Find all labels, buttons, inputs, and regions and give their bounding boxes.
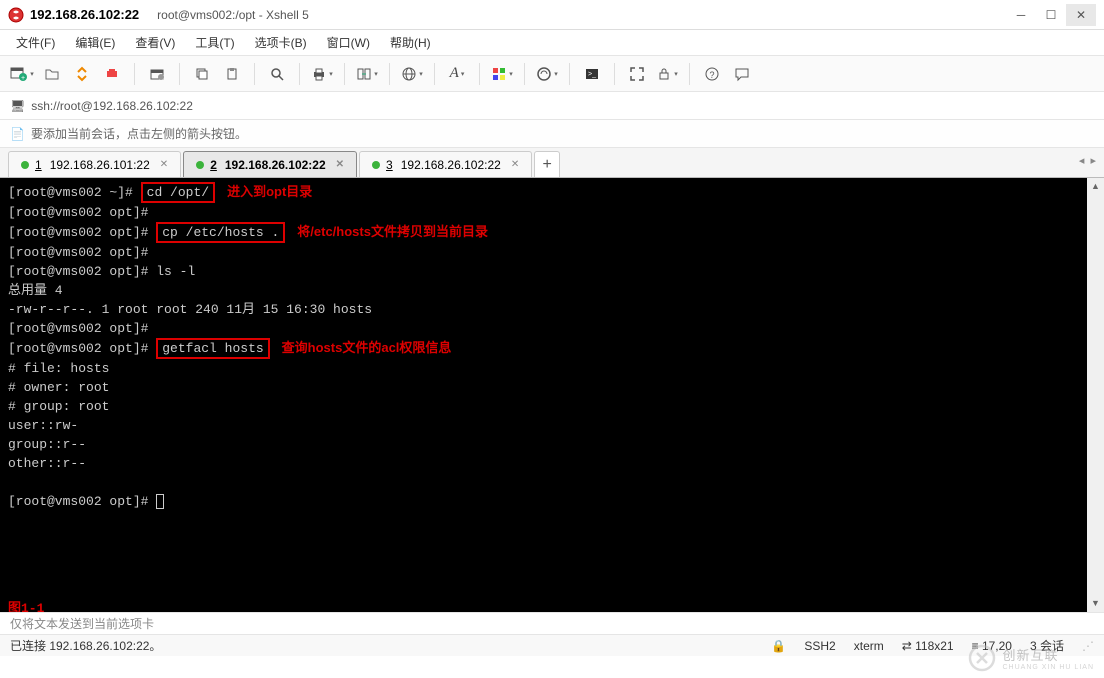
- tab-label: 192.168.26.101:22: [50, 158, 150, 172]
- scroll-up-icon[interactable]: ▲: [1087, 178, 1104, 195]
- new-session-icon[interactable]: +▾: [10, 62, 34, 86]
- new-tab-button[interactable]: +: [534, 151, 560, 177]
- svg-text:+: +: [21, 75, 25, 82]
- disconnect-icon[interactable]: [100, 62, 124, 86]
- watermark-sub: CHUANG XIN HU LIAN: [1002, 664, 1094, 671]
- scrollbar[interactable]: ▲ ▼: [1087, 178, 1104, 612]
- svg-text:>_: >_: [588, 71, 596, 78]
- hint-bar: 📄 要添加当前会话，点击左侧的箭头按钮。: [0, 120, 1104, 148]
- status-dot-icon: [21, 161, 29, 169]
- open-icon[interactable]: [40, 62, 64, 86]
- scroll-down-icon[interactable]: ▼: [1087, 595, 1104, 612]
- watermark-name: 创新互联: [1002, 645, 1094, 664]
- tab-close-icon[interactable]: ✕: [511, 159, 519, 170]
- status-dot-icon: [196, 161, 204, 169]
- tab-num: 1: [35, 158, 42, 172]
- print-icon[interactable]: ▾: [310, 62, 334, 86]
- menu-edit[interactable]: 编辑(E): [69, 32, 121, 53]
- find-icon[interactable]: [265, 62, 289, 86]
- terminal-wrap: [root@vms002 ~]# cd /opt/进入到opt目录[root@v…: [0, 178, 1104, 612]
- svg-text:?: ?: [709, 70, 714, 80]
- tab-close-icon[interactable]: ✕: [336, 159, 344, 170]
- menu-view[interactable]: 查看(V): [129, 32, 181, 53]
- menu-file[interactable]: 文件(F): [10, 32, 61, 53]
- tab-label: 192.168.26.102:22: [401, 158, 501, 172]
- ssh-icon: 🖥: [10, 99, 25, 113]
- send-mode-label: 仅将文本发送到当前选项卡: [10, 615, 154, 632]
- menu-bar: 文件(F) 编辑(E) 查看(V) 工具(T) 选项卡(B) 窗口(W) 帮助(…: [0, 30, 1104, 56]
- tab-bar: 1 192.168.26.101:22 ✕ 2 192.168.26.102:2…: [0, 148, 1104, 178]
- tab-num: 3: [386, 158, 393, 172]
- status-term: xterm: [854, 639, 884, 653]
- title-ip: 192.168.26.102:22: [30, 7, 139, 22]
- close-button[interactable]: ✕: [1066, 4, 1096, 26]
- fullscreen-icon[interactable]: [625, 62, 649, 86]
- toolbar: +▾ ▾ ▾ ▾ A▾ ▾ ▾ >_ ▾ ?: [0, 56, 1104, 92]
- status-lock-icon: 🔒: [771, 639, 786, 653]
- address-bar[interactable]: 🖥 ssh://root@192.168.26.102:22: [0, 92, 1104, 120]
- status-size: ⇄ 118x21: [902, 639, 954, 653]
- minimize-button[interactable]: ─: [1006, 4, 1036, 26]
- menu-tools[interactable]: 工具(T): [189, 32, 240, 53]
- script-icon[interactable]: ▾: [535, 62, 559, 86]
- color-icon[interactable]: ▾: [490, 62, 514, 86]
- maximize-button[interactable]: ☐: [1036, 4, 1066, 26]
- bookmark-icon[interactable]: 📄: [10, 127, 25, 141]
- tab-label: 192.168.26.102:22: [225, 158, 326, 172]
- hint-text: 要添加当前会话，点击左侧的箭头按钮。: [31, 125, 247, 142]
- tab-2[interactable]: 2 192.168.26.102:22 ✕: [183, 151, 357, 177]
- address-text: ssh://root@192.168.26.102:22: [31, 99, 193, 113]
- title-full: root@vms002:/opt - Xshell 5: [157, 8, 309, 22]
- copy-icon[interactable]: [190, 62, 214, 86]
- watermark: 创新互联 CHUANG XIN HU LIAN: [968, 644, 1094, 672]
- status-bar: 已连接 192.168.26.102:22。 🔒 SSH2 xterm ⇄ 11…: [0, 634, 1104, 656]
- tab-num: 2: [210, 158, 217, 172]
- tab-1[interactable]: 1 192.168.26.101:22 ✕: [8, 151, 181, 177]
- font-icon[interactable]: A▾: [445, 62, 469, 86]
- title-bar: 192.168.26.102:22 root@vms002:/opt - Xsh…: [0, 0, 1104, 30]
- terminal-icon[interactable]: >_: [580, 62, 604, 86]
- menu-tabs[interactable]: 选项卡(B): [249, 32, 313, 53]
- help-icon[interactable]: ?: [700, 62, 724, 86]
- status-connection: 已连接 192.168.26.102:22。: [10, 637, 161, 654]
- reconnect-icon[interactable]: [70, 62, 94, 86]
- terminal[interactable]: [root@vms002 ~]# cd /opt/进入到opt目录[root@v…: [0, 178, 1087, 612]
- tab-close-icon[interactable]: ✕: [160, 159, 168, 170]
- menu-window[interactable]: 窗口(W): [321, 32, 376, 53]
- file-transfer-icon[interactable]: ▾: [355, 62, 379, 86]
- status-protocol: SSH2: [804, 639, 835, 653]
- paste-icon[interactable]: [220, 62, 244, 86]
- lock-icon[interactable]: ▾: [655, 62, 679, 86]
- tab-scroll-arrows[interactable]: ◂ ▸: [1079, 154, 1096, 167]
- chat-icon[interactable]: [730, 62, 754, 86]
- globe-icon[interactable]: ▾: [400, 62, 424, 86]
- properties-icon[interactable]: [145, 62, 169, 86]
- send-mode-bar[interactable]: 仅将文本发送到当前选项卡: [0, 612, 1104, 634]
- watermark-icon: [968, 644, 996, 672]
- status-dot-icon: [372, 161, 380, 169]
- app-icon: [8, 7, 24, 23]
- menu-help[interactable]: 帮助(H): [384, 32, 437, 53]
- tab-3[interactable]: 3 192.168.26.102:22 ✕: [359, 151, 532, 177]
